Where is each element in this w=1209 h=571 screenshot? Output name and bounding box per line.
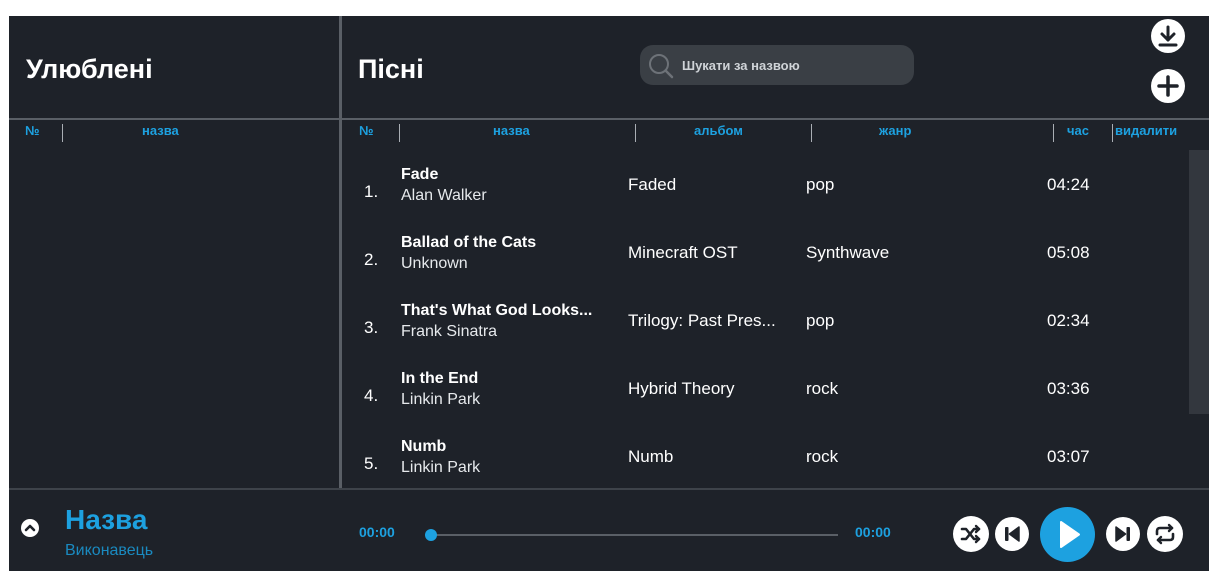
songs-col-name[interactable]: назва	[493, 123, 530, 138]
songs-title: Пісні	[358, 54, 424, 84]
song-genre: Synthwave	[806, 243, 890, 262]
songs-col-separator	[1112, 124, 1113, 142]
songs-col-genre[interactable]: жанр	[879, 123, 911, 138]
favorites-panel: Улюблені № назва	[9, 16, 339, 488]
song-genre: rock	[806, 379, 839, 398]
songs-col-num: №	[359, 123, 374, 138]
now-playing-artist: Виконавець	[65, 542, 154, 559]
next-button[interactable]	[1106, 517, 1140, 551]
download-icon	[1158, 25, 1178, 47]
search-icon	[649, 54, 674, 79]
player-bar: Назва Виконавець 00:00 00:00	[9, 488, 1209, 571]
song-genre: pop	[806, 175, 835, 194]
skip-previous-icon	[1005, 526, 1020, 542]
music-app: Улюблені № назва Пісні Шукати за назвою …	[9, 16, 1209, 571]
songs-scrollbar[interactable]	[1189, 150, 1209, 414]
progress-handle[interactable]	[425, 529, 437, 541]
songs-col-delete: видалити	[1115, 123, 1178, 138]
song-duration: 02:34	[1047, 311, 1090, 330]
song-number: 5.	[364, 454, 379, 473]
favorites-title: Улюблені	[26, 54, 153, 84]
song-duration: 03:07	[1047, 447, 1090, 466]
download-button[interactable]	[1151, 19, 1185, 53]
play-icon	[1060, 521, 1080, 548]
song-number: 2.	[364, 250, 379, 269]
chevron-up-icon	[24, 524, 36, 532]
song-artist: Alan Walker	[401, 187, 487, 204]
shuffle-button[interactable]	[953, 516, 989, 552]
song-duration: 05:08	[1047, 243, 1090, 262]
song-album: Numb	[628, 447, 674, 466]
song-artist: Linkin Park	[401, 459, 481, 476]
now-playing-title: Назва	[65, 504, 148, 535]
favorites-col-num: №	[25, 123, 40, 138]
favorites-col-name[interactable]: назва	[142, 123, 179, 138]
songs-col-separator	[399, 124, 400, 142]
favorites-col-separator	[62, 124, 63, 142]
favorites-header-divider	[9, 118, 339, 120]
songs-col-separator	[635, 124, 636, 142]
song-title: Fade	[401, 166, 439, 183]
skip-next-icon	[1115, 526, 1130, 542]
play-button[interactable]	[1040, 507, 1095, 562]
search-input[interactable]	[682, 45, 902, 85]
song-album: Faded	[628, 175, 677, 194]
song-row[interactable]: 5. Numb Linkin Park Numb rock 03:07	[342, 426, 1182, 488]
song-artist: Linkin Park	[401, 391, 481, 408]
song-artist: Frank Sinatra	[401, 323, 498, 340]
song-number: 3.	[364, 318, 379, 337]
song-album: Trilogy: Past Pres...	[628, 311, 776, 330]
shuffle-icon	[960, 524, 981, 544]
songs-col-separator	[811, 124, 812, 142]
current-time: 00:00	[359, 524, 395, 540]
song-genre: pop	[806, 311, 835, 330]
songs-panel: Пісні № назва альбом	[342, 16, 1209, 488]
song-row[interactable]: 1. Fade Alan Walker Faded pop 04:24	[342, 154, 1182, 222]
repeat-icon	[1155, 523, 1175, 545]
song-title: That's What God Looks...	[401, 302, 593, 319]
search-box[interactable]	[640, 45, 914, 85]
songs-col-separator	[1053, 124, 1054, 142]
song-artist: Unknown	[401, 255, 468, 272]
repeat-button[interactable]	[1147, 516, 1183, 552]
song-duration: 03:36	[1047, 379, 1090, 398]
song-album: Minecraft OST	[628, 243, 738, 262]
add-song-button[interactable]	[1151, 69, 1185, 103]
song-album: Hybrid Theory	[628, 379, 735, 398]
song-row[interactable]: 3. That's What God Looks... Frank Sinatr…	[342, 290, 1182, 358]
song-number: 4.	[364, 386, 379, 405]
collapse-player-button[interactable]	[21, 519, 39, 537]
songs-col-time[interactable]: час	[1067, 123, 1089, 138]
plus-icon	[1157, 75, 1179, 97]
song-row[interactable]: 2. Ballad of the Cats Unknown Minecraft …	[342, 222, 1182, 290]
songs-header-divider	[342, 118, 1209, 120]
song-title: Numb	[401, 438, 447, 455]
songs-list: 1. Fade Alan Walker Faded pop 04:24 2. B…	[342, 154, 1182, 488]
total-time: 00:00	[855, 524, 891, 540]
progress-track[interactable]	[429, 534, 838, 536]
song-title: Ballad of the Cats	[401, 234, 537, 251]
previous-button[interactable]	[995, 517, 1029, 551]
song-genre: rock	[806, 447, 839, 466]
song-duration: 04:24	[1047, 175, 1090, 194]
songs-col-album[interactable]: альбом	[694, 123, 743, 138]
song-title: In the End	[401, 370, 479, 387]
song-number: 1.	[364, 182, 379, 201]
song-row[interactable]: 4. In the End Linkin Park Hybrid Theory …	[342, 358, 1182, 426]
